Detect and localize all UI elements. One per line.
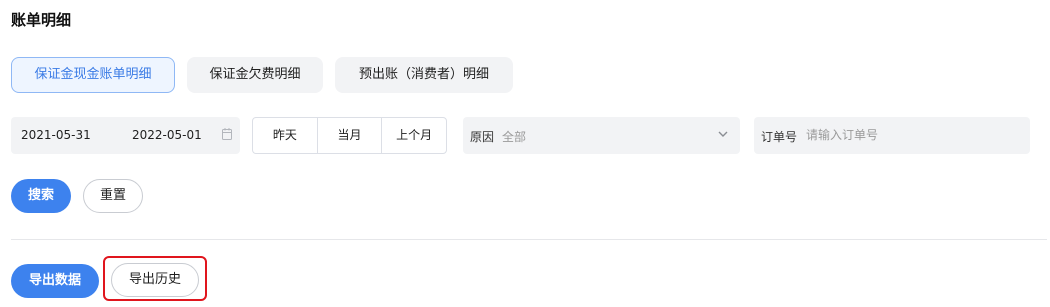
- date-end[interactable]: 2022-05-01: [132, 128, 202, 142]
- reason-value[interactable]: 全部: [502, 128, 526, 145]
- export-data-button[interactable]: 导出数据: [11, 264, 99, 298]
- order-number-label: 订单号: [761, 130, 798, 144]
- search-button[interactable]: 搜索: [11, 179, 71, 213]
- tab-label: 保证金现金账单明细: [34, 67, 152, 82]
- date-range-picker[interactable]: 2021-05-31 2022-05-01: [11, 117, 240, 154]
- order-number-input[interactable]: [806, 126, 1016, 144]
- date-start[interactable]: 2021-05-31: [21, 128, 91, 142]
- order-number-field[interactable]: 订单号: [754, 117, 1030, 154]
- tab-pre-billing-consumer[interactable]: 预出账（消费者）明细: [335, 57, 513, 93]
- export-history-highlight: [103, 256, 207, 301]
- section-divider: [11, 239, 1047, 240]
- tab-deposit-arrears[interactable]: 保证金欠费明细: [187, 57, 323, 93]
- tab-label: 保证金欠费明细: [209, 67, 301, 82]
- quick-range-yesterday[interactable]: 昨天: [253, 118, 317, 153]
- tab-label: 预出账（消费者）明细: [358, 67, 489, 82]
- calendar-icon[interactable]: [222, 128, 232, 140]
- quick-date-range-group: 昨天 当月 上个月: [252, 117, 447, 154]
- tab-deposit-cash-bill[interactable]: 保证金现金账单明细: [11, 57, 175, 93]
- chevron-down-icon[interactable]: [718, 130, 728, 138]
- page-title: 账单明细: [11, 11, 72, 29]
- quick-range-this-month[interactable]: 当月: [316, 118, 382, 153]
- reset-button[interactable]: 重置: [83, 179, 143, 213]
- reason-select[interactable]: 原因 全部: [463, 117, 740, 154]
- quick-range-last-month[interactable]: 上个月: [381, 118, 446, 153]
- reason-label: 原因: [470, 130, 495, 144]
